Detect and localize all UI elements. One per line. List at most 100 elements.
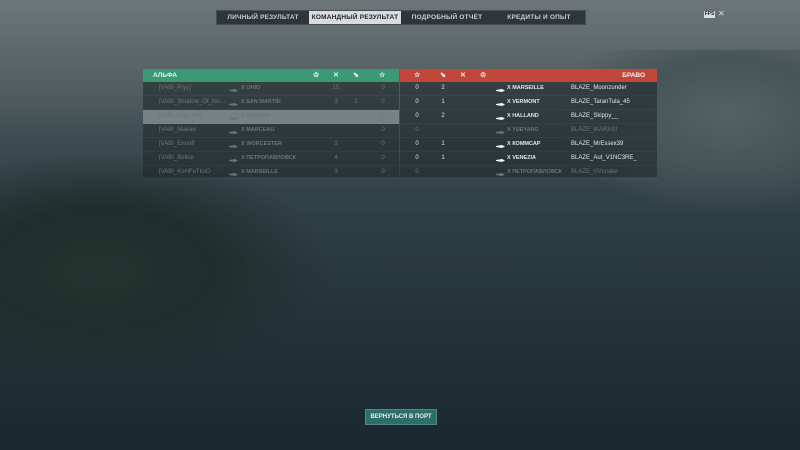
- kills-icon: ✕: [333, 72, 339, 79]
- ship-class-icon: [496, 170, 505, 176]
- capture-value: 0: [381, 169, 385, 175]
- bravo-player-row[interactable]: 0 1 X КОММСАР BLAZE_MrEssex39: [400, 138, 657, 152]
- player-name: BLAZE_TaranTula_45: [571, 99, 630, 105]
- bravo-player-row[interactable]: 0 1 X VENEZIA BLAZE_Aut_V1NC3RE_: [400, 152, 657, 166]
- player-name: BLAZE_IKARASI: [571, 127, 618, 133]
- alpha-player-row[interactable]: [VABI_Makavr X MARCEAU 0: [143, 124, 399, 138]
- alpha-player-row[interactable]: [VABI_Pryy] X OHIO 15 0: [143, 82, 399, 96]
- ship-class-icon: [496, 100, 505, 106]
- capture-value: 0: [415, 99, 419, 105]
- player-name: BLAZE_UVsnake: [571, 169, 618, 175]
- capture-value: 0: [381, 113, 385, 119]
- ship-name: X SAN MARTÍN: [241, 99, 281, 105]
- xp-value: 3: [334, 99, 338, 105]
- ship-class-icon: [496, 156, 505, 162]
- player-name: BLAZE_MrEssex39: [571, 141, 624, 147]
- tab-detailed-report[interactable]: ПОДРОБНЫЙ ОТЧЁТ: [401, 11, 493, 24]
- ship-name: X КОММСАР: [507, 141, 541, 147]
- ship-class-icon: [496, 114, 505, 120]
- capture-value: 0: [381, 85, 385, 91]
- planes-icon: ⬊: [440, 72, 446, 79]
- team-alpha-header: АЛЬФА ♔ ✕ ⬊ ☆: [143, 69, 399, 82]
- background-dim: [0, 0, 800, 450]
- capture-value: 0: [381, 141, 385, 147]
- ship-class-icon: [496, 128, 505, 134]
- ship-name: X VERMONT: [507, 99, 540, 105]
- ship-class-icon: [229, 100, 238, 106]
- bravo-player-row[interactable]: 0 X YUEYANG BLAZE_IKARASI: [400, 124, 657, 138]
- player-name: [VABI_Shadow_Of_Mo…: [159, 99, 227, 105]
- capture-value: 0: [415, 113, 419, 119]
- ship-name: X MARCEAU: [241, 127, 275, 133]
- team-bravo-header: ☆ ⬊ ✕ ♔ БРАВО: [400, 69, 657, 82]
- player-name: [VABI_Pryy]: [159, 85, 191, 91]
- return-to-port-button[interactable]: ВЕРНУТЬСЯ В ПОРТ: [365, 409, 437, 425]
- alpha-player-row[interactable]: [VABI_Belkor X ПЕТРОПАВЛОВСК 4 0: [143, 152, 399, 166]
- ship-name: X MARSEILLE: [507, 85, 544, 91]
- player-name: BLAZE_Aut_V1NC3RE_: [571, 155, 637, 161]
- ship-class-icon: [229, 170, 238, 176]
- player-name: BLAZE_Moonzunder: [571, 85, 627, 91]
- ship-name: X WORCESTER: [241, 141, 282, 147]
- capture-value: 0: [415, 169, 419, 175]
- ship-class-icon: [229, 128, 238, 134]
- kills-value: 1: [441, 155, 445, 161]
- player-name: [VABI_frew_tray: [159, 113, 202, 119]
- capture-value: 0: [381, 127, 385, 133]
- fps-badge-icon: FPS: [704, 10, 715, 18]
- player-name: [VABI_Belkor: [159, 155, 195, 161]
- bravo-player-row[interactable]: 0 2 X HALLAND BLAZE_Skippy__: [400, 110, 657, 124]
- player-name: BLAZE_Skippy__: [571, 113, 619, 119]
- alpha-player-row[interactable]: [VABI_frew_tray X SOMERS 0: [143, 110, 399, 124]
- capture-value: 0: [381, 155, 385, 161]
- capture-value: 0: [415, 141, 419, 147]
- ship-name: X VENEZIA: [507, 155, 537, 161]
- capture-value: 0: [415, 155, 419, 161]
- player-name: [VABI_KoHFeTkoO: [159, 169, 211, 175]
- capture-value: 0: [415, 127, 419, 133]
- player-name: [VABI_Enooff: [159, 141, 195, 147]
- alpha-player-row[interactable]: [VABI_Shadow_Of_Mo… X SAN MARTÍN 3 2 0: [143, 96, 399, 110]
- ship-name: X MARSEILLE: [241, 169, 278, 175]
- close-icon[interactable]: ✕: [718, 10, 725, 18]
- kills-value: 1: [441, 99, 445, 105]
- kills-value: 1: [441, 141, 445, 147]
- ship-class-icon: [496, 86, 505, 92]
- ship-name: X SOMERS: [241, 113, 271, 119]
- team-bravo-name: БРАВО: [622, 72, 645, 79]
- xp-value: 3: [334, 169, 338, 175]
- team-alpha-panel: АЛЬФА ♔ ✕ ⬊ ☆ [VABI_Pryy] X OHIO 15 0 [VABI_…: [143, 69, 399, 180]
- bravo-player-row[interactable]: 0 X ПЕТРОПАВЛОВСК BLAZE_UVsnake: [400, 166, 657, 180]
- team-bravo-panel: ☆ ⬊ ✕ ♔ БРАВО 0 2 X MARSEILLE BLAZE_Moonzun…: [400, 69, 657, 180]
- tab-team-result[interactable]: КОМАНДНЫЙ РЕЗУЛЬТАТ: [309, 11, 401, 24]
- kills-value: 2: [441, 113, 445, 119]
- xp-value: 15: [332, 85, 340, 91]
- xp-value: 3: [334, 141, 338, 147]
- kills-value: 2: [441, 85, 445, 91]
- ship-name: X YUEYANG: [507, 127, 539, 133]
- tab-personal-result[interactable]: ЛИЧНЫЙ РЕЗУЛЬТАТ: [217, 11, 309, 24]
- player-name: [VABI_Makavr: [159, 127, 197, 133]
- xp-icon: ♔: [313, 72, 320, 79]
- window-controls: FPS ✕: [704, 10, 725, 18]
- ship-name: X ПЕТРОПАВЛОВСК: [507, 169, 563, 175]
- ship-name: X ПЕТРОПАВЛОВСК: [241, 155, 297, 161]
- ship-class-icon: [229, 86, 238, 92]
- tab-credits-xp[interactable]: КРЕДИТЫ И ОПЫТ: [493, 11, 585, 24]
- capture-value: 0: [381, 99, 385, 105]
- ship-class-icon: [496, 142, 505, 148]
- result-tabs: ЛИЧНЫЙ РЕЗУЛЬТАТ КОМАНДНЫЙ РЕЗУЛЬТАТ ПОД…: [216, 10, 586, 25]
- xp-value: 4: [334, 155, 338, 161]
- capture-icon: ☆: [379, 72, 386, 79]
- ship-class-icon: [229, 156, 238, 162]
- bravo-player-row[interactable]: 0 1 X VERMONT BLAZE_TaranTula_45: [400, 96, 657, 110]
- xp-icon: ♔: [480, 72, 487, 79]
- ship-class-icon: [229, 142, 238, 148]
- bravo-player-row[interactable]: 0 2 X MARSEILLE BLAZE_Moonzunder: [400, 82, 657, 96]
- alpha-player-row[interactable]: [VABI_Enooff X WORCESTER 3 0: [143, 138, 399, 152]
- ship-class-icon: [229, 114, 238, 120]
- kills-icon: ✕: [460, 72, 466, 79]
- kills-value: 2: [354, 99, 358, 105]
- alpha-player-row[interactable]: [VABI_KoHFeTkoO X MARSEILLE 3 0: [143, 166, 399, 180]
- capture-icon: ☆: [414, 72, 421, 79]
